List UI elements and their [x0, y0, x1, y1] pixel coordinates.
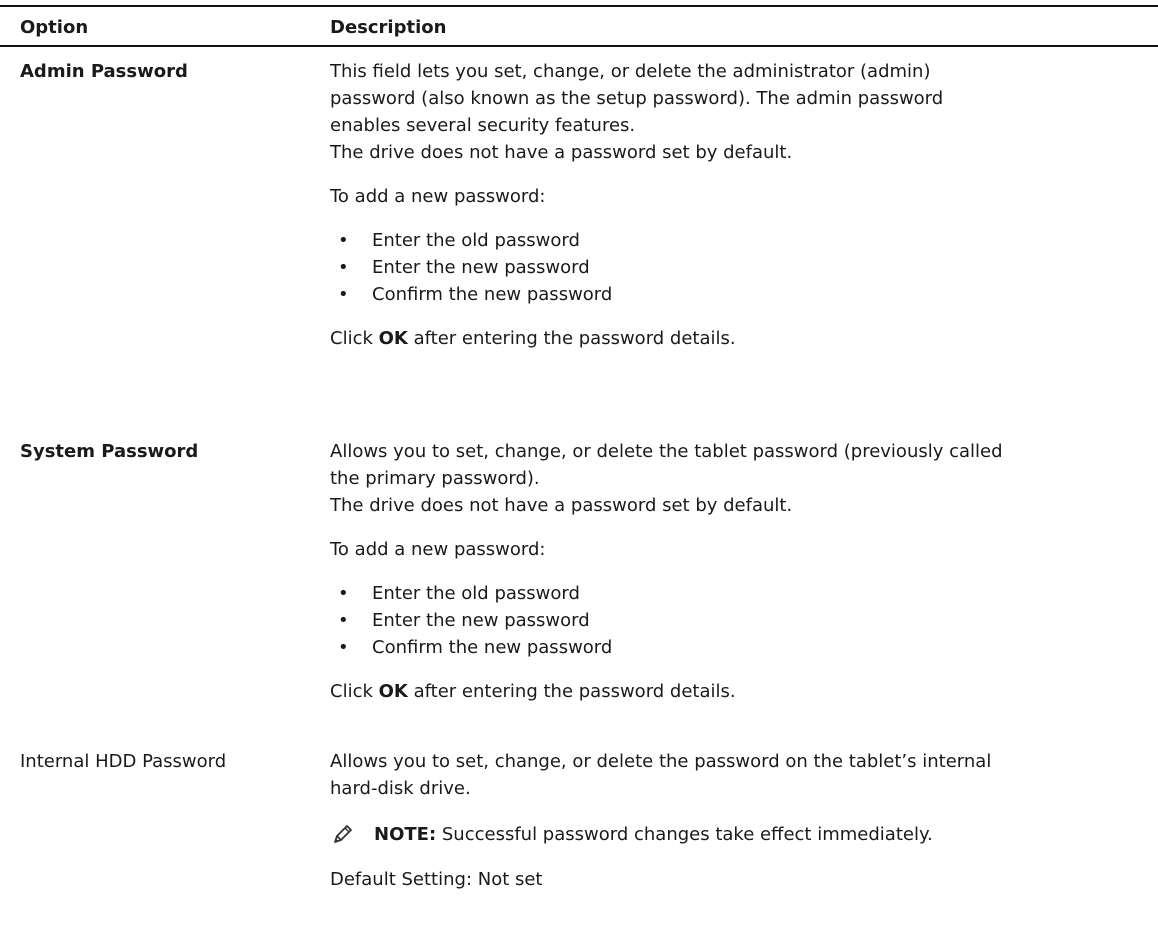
option-description: Allows you to set, change, or delete the… [330, 438, 1150, 705]
description-line: the primary password). [330, 468, 540, 489]
option-name: Admin Password [20, 61, 188, 82]
list-item: • Enter the old password [330, 227, 1150, 254]
steps-list: • Enter the old password • Enter the new p… [330, 580, 1150, 661]
description-line: password (also known as the setup passwo… [330, 88, 944, 109]
bullet-icon: • [338, 637, 349, 658]
description-line: enables several security features. [330, 115, 636, 136]
description-line: This field lets you set, change, or dele… [330, 61, 931, 82]
column-header-option: Option [20, 17, 89, 38]
note-label: NOTE: [374, 823, 437, 845]
option-description: This field lets you set, change, or dele… [330, 58, 1150, 352]
default-note: The drive does not have a password set b… [330, 495, 793, 516]
add-password-heading: To add a new password: [330, 186, 546, 207]
ok-keyword: OK [378, 328, 408, 349]
list-item: • Enter the old password [330, 580, 1150, 607]
description-line: Allows you to set, change, or delete the… [330, 751, 992, 772]
option-description: Allows you to set, change, or delete the… [330, 748, 1150, 893]
bullet-icon: • [338, 257, 349, 278]
default-setting: Default Setting: Not set [330, 869, 543, 890]
bullet-icon: • [338, 230, 349, 251]
list-item: • Enter the new password [330, 254, 1150, 281]
list-item: • Enter the new password [330, 607, 1150, 634]
description-line: Allows you to set, change, or delete the… [330, 441, 1003, 462]
click-ok-instruction: Click OK after entering the password det… [330, 681, 736, 702]
list-item: • Confirm the new password [330, 634, 1150, 661]
bullet-icon: • [338, 610, 349, 631]
note-text: Successful password changes take effect … [441, 823, 933, 845]
note-callout: NOTE: Successful password changes take e… [330, 819, 1150, 849]
bullet-icon: • [338, 284, 349, 305]
option-name: System Password [20, 441, 199, 462]
pencil-note-icon [334, 825, 352, 843]
bullet-icon: • [338, 583, 349, 604]
table-header-rule [0, 45, 1158, 47]
list-item: • Confirm the new password [330, 281, 1150, 308]
table-top-rule [0, 5, 1158, 7]
steps-list: • Enter the old password • Enter the new p… [330, 227, 1150, 308]
description-line: hard-disk drive. [330, 778, 471, 799]
default-note: The drive does not have a password set b… [330, 142, 793, 163]
ok-keyword: OK [378, 681, 408, 702]
option-name: Internal HDD Password [20, 751, 227, 772]
column-header-description: Description [330, 17, 447, 38]
add-password-heading: To add a new password: [330, 539, 546, 560]
click-ok-instruction: Click OK after entering the password det… [330, 328, 736, 349]
